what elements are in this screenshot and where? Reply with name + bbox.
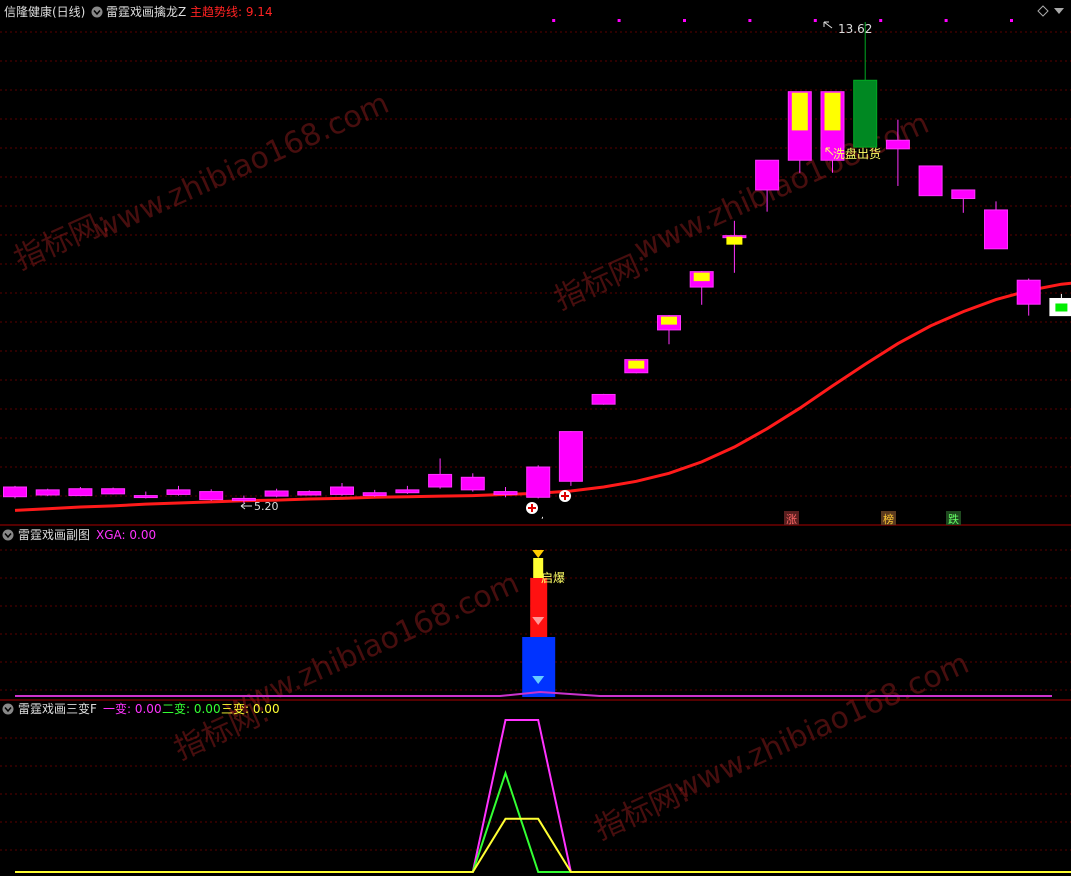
- marker-die: 跌: [946, 511, 961, 526]
- candle: [133, 491, 158, 499]
- top-dot: [1010, 19, 1013, 22]
- svg-text:榜: 榜: [883, 512, 894, 526]
- watermark-text: www.zhibiao168.com: [629, 106, 934, 268]
- svg-text:5.20: 5.20: [254, 500, 279, 513]
- stock-chart: 指标网:www.zhibiao168.com指标网:www.zhibiao168…: [0, 4, 1071, 873]
- candle: [558, 431, 583, 486]
- top-dot: [813, 19, 817, 22]
- sub1-value-label: XGA: 0.00: [96, 528, 156, 542]
- candle: [689, 271, 714, 305]
- collapse-icon[interactable]: [91, 6, 103, 18]
- stock-title: 信隆健康(日线): [4, 4, 85, 19]
- buy-signal-icon: ,: [526, 502, 544, 521]
- sub2-label-er: 二变: 0.00: [162, 701, 221, 716]
- candle: [166, 485, 191, 496]
- svg-text:,: ,: [541, 511, 544, 521]
- bian-er-line: [15, 770, 1071, 873]
- candle: [1049, 293, 1071, 317]
- collapse-icon[interactable]: [2, 529, 14, 541]
- top-dot: [944, 19, 948, 22]
- top-dot: [552, 19, 556, 22]
- svg-text:跌: 跌: [948, 512, 959, 526]
- high-price-annotation: 13.62: [823, 21, 872, 36]
- candle: [330, 483, 354, 496]
- marker-zhang: 涨: [784, 511, 799, 526]
- xga-blue-block: [522, 637, 556, 697]
- wash-out-annotation: 洗盘出货: [825, 146, 881, 161]
- xga-red-block: [530, 578, 548, 637]
- trend-line-label: 主趋势线: 9.14: [190, 5, 273, 19]
- candle: [3, 485, 27, 499]
- svg-text:13.62: 13.62: [838, 22, 872, 36]
- marker-bang: 榜: [881, 511, 896, 526]
- candle: [787, 91, 812, 173]
- candle: [395, 485, 420, 494]
- corner-icons[interactable]: [1037, 5, 1064, 17]
- qibao-annotation: 启爆: [541, 571, 565, 585]
- sub2-label-san: 三变: 0.00: [221, 701, 280, 716]
- candle: [362, 489, 387, 497]
- top-dot: [683, 19, 686, 22]
- top-dot: [617, 19, 621, 22]
- candle: [68, 487, 93, 497]
- candle: [853, 22, 878, 148]
- svg-text:涨: 涨: [786, 513, 797, 526]
- svg-text:洗盘出货: 洗盘出货: [833, 146, 881, 161]
- bian-san-line: [15, 817, 1071, 873]
- main-indicator-name[interactable]: 雷霆戏画擒龙Z: [106, 4, 186, 19]
- candle: [657, 315, 681, 345]
- candle: [428, 458, 453, 489]
- watermark-text: www.zhibiao168.com: [669, 646, 974, 808]
- candles: [3, 22, 1071, 503]
- candle: [264, 488, 289, 498]
- top-dot: [748, 19, 752, 22]
- candle: [591, 393, 616, 405]
- candle: [199, 489, 224, 501]
- candle: [297, 490, 322, 496]
- candle: [984, 201, 1008, 250]
- sub2-label-yi: 一变: 0.00: [103, 701, 162, 716]
- candle: [918, 165, 943, 197]
- candle: [526, 465, 551, 499]
- candle: [460, 473, 485, 492]
- watermark-text: www.zhibiao168.com: [89, 86, 394, 248]
- arrow-down-icon: [532, 550, 545, 558]
- sub2-indicator-name[interactable]: 雷霆戏画三变F: [18, 701, 97, 716]
- candle: [951, 189, 976, 213]
- collapse-icon[interactable]: [2, 703, 14, 715]
- candle: [624, 359, 649, 374]
- buy-signal-icon: [559, 490, 571, 502]
- candle: [101, 487, 126, 495]
- top-dot: [879, 19, 883, 22]
- candle: [35, 488, 60, 497]
- sub1-indicator-name[interactable]: 雷霆戏画副图: [18, 528, 90, 542]
- candle: [1016, 278, 1041, 316]
